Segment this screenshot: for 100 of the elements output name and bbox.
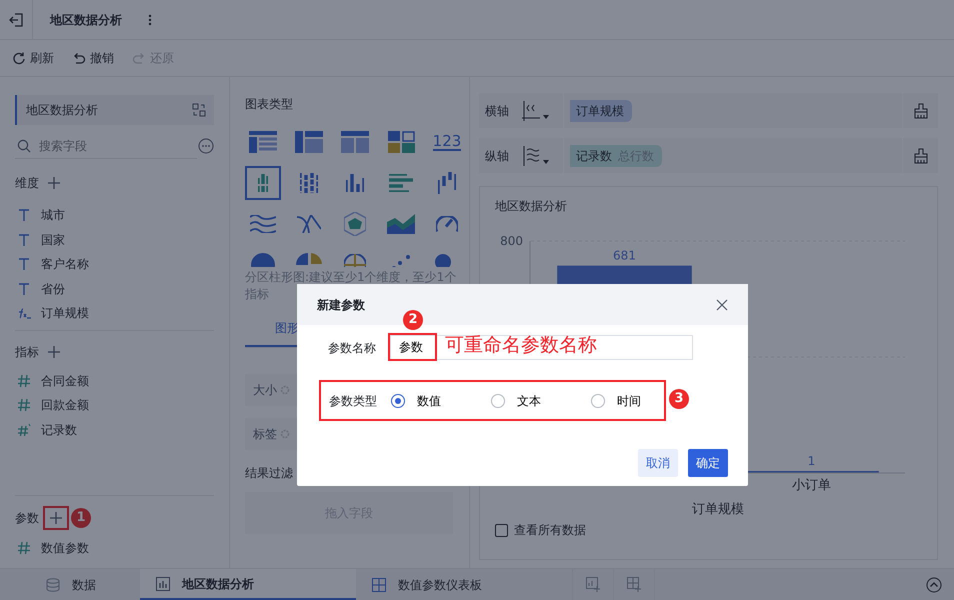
field-name[interactable]: 记录数: [41, 420, 77, 439]
section-title: 图表类型: [245, 96, 294, 113]
chart-title: 地区数据分析: [495, 198, 568, 215]
checkbox-label[interactable]: 查看所有数据: [514, 521, 586, 539]
field-name[interactable]: 订单规模: [41, 304, 89, 322]
add-button[interactable]: [45, 344, 63, 358]
text-type-icon: [17, 232, 31, 247]
annotation-text: 可重命名参数名称: [445, 333, 597, 358]
data-label: 681: [613, 248, 636, 263]
area-chart-icon: [387, 214, 415, 234]
field-name[interactable]: 客户名称: [41, 255, 89, 274]
plus-icon: [47, 344, 61, 358]
field-name[interactable]: 城市: [41, 206, 65, 224]
exit-icon[interactable]: [9, 12, 23, 26]
axis-icon: [521, 144, 541, 166]
clear-icon[interactable]: [912, 102, 928, 118]
dashboard-icon: [372, 578, 386, 592]
refresh-icon: [12, 51, 26, 65]
data-label: 1: [808, 454, 816, 468]
field-name[interactable]: 数值参数: [41, 538, 89, 557]
refresh-button[interactable]: 刷新: [12, 49, 54, 67]
section-title: 指标: [15, 344, 39, 360]
number-type-icon: [17, 374, 31, 388]
more-icon[interactable]: [148, 14, 152, 26]
step-badge: 3: [669, 389, 689, 409]
field-label: 参数名称: [328, 340, 376, 356]
tab[interactable]: 地区数据分析: [140, 569, 356, 600]
field-name[interactable]: 国家: [41, 230, 65, 249]
bar-chart-icon: [156, 576, 170, 590]
gear-icon: [280, 428, 290, 439]
axis-title: 订单规模: [692, 502, 744, 515]
radar-icon: [344, 212, 366, 236]
dialog-title: 新建参数: [317, 296, 365, 314]
number-type-icon: [17, 540, 31, 555]
radio-option[interactable]: 文本: [491, 392, 591, 410]
text-type-icon: [17, 208, 31, 222]
section-title: 参数: [15, 510, 39, 526]
confirm-button[interactable]: 确定: [688, 449, 728, 477]
radio-option[interactable]: 数值: [391, 392, 491, 410]
blocks-icon: [388, 131, 414, 153]
tick-label: 800: [500, 234, 523, 248]
database-icon: [46, 578, 60, 592]
field-pill[interactable]: 订单规模: [570, 100, 632, 122]
add-button[interactable]: [45, 176, 63, 190]
gear-icon: [280, 384, 290, 395]
field-name[interactable]: 合同金额: [41, 372, 89, 390]
caret-icon: [543, 114, 549, 118]
switch-icon: [192, 103, 206, 117]
search-icon: [17, 139, 31, 153]
bar-chart-icon: [346, 174, 364, 192]
section-title: 结果过滤: [245, 464, 294, 482]
collapse-icon[interactable]: [926, 576, 942, 592]
plus-icon: [47, 176, 61, 190]
dataset-selector[interactable]: 地区数据分析: [15, 95, 214, 125]
field-name[interactable]: 回款金额: [41, 396, 89, 414]
add-button[interactable]: [45, 508, 67, 528]
axis-label: 纵轴: [484, 148, 510, 164]
close-button[interactable]: [716, 298, 728, 310]
clear-icon[interactable]: [912, 148, 928, 164]
checkbox[interactable]: [495, 524, 508, 536]
step-badge: 1: [71, 508, 91, 528]
axis-type-button[interactable]: [521, 100, 549, 122]
undo-icon: [72, 51, 86, 65]
report-title: 地区数据分析: [50, 12, 122, 28]
chart-type-button[interactable]: 123: [429, 125, 465, 159]
line-chart-icon: [297, 215, 321, 233]
search-field[interactable]: 搜索字段: [15, 133, 197, 159]
annotation-box: [388, 333, 437, 361]
line-chart-icon: [250, 215, 276, 233]
redo-icon: [132, 51, 146, 65]
section-title: 维度: [15, 175, 39, 192]
bar-chart-icon: [300, 173, 318, 193]
formula-icon: [17, 306, 31, 320]
number-type-icon: [17, 398, 31, 412]
tab[interactable]: 数值参数仪表板: [356, 569, 572, 600]
caret-icon: [543, 160, 549, 164]
table-icon: [295, 131, 323, 153]
plus-icon: [49, 510, 63, 524]
tab[interactable]: 数据: [0, 569, 140, 600]
axis-icon: [521, 100, 541, 122]
add-chart-icon[interactable]: [586, 577, 600, 592]
field-label: 参数类型: [329, 392, 377, 410]
cancel-button[interactable]: 取消: [638, 449, 678, 477]
bar-chart-icon: [438, 172, 456, 194]
more-icon[interactable]: [198, 138, 214, 154]
table-icon: [249, 131, 277, 153]
category-label: 小订单: [792, 478, 831, 493]
bar-chart-icon: [258, 174, 268, 192]
chart-type-button[interactable]: [245, 166, 281, 200]
text-type-icon: [17, 257, 31, 272]
axis-type-button[interactable]: [521, 144, 549, 166]
add-dashboard-icon[interactable]: [626, 577, 642, 592]
close-icon: [716, 298, 728, 310]
text-type-icon: [17, 282, 31, 296]
undo-button[interactable]: 撤销: [72, 49, 114, 67]
field-name[interactable]: 省份: [41, 280, 65, 298]
step-badge: 2: [403, 310, 423, 330]
table-icon: [341, 131, 369, 153]
gauge-icon: [436, 216, 458, 232]
bar-chart-icon: [389, 174, 413, 192]
